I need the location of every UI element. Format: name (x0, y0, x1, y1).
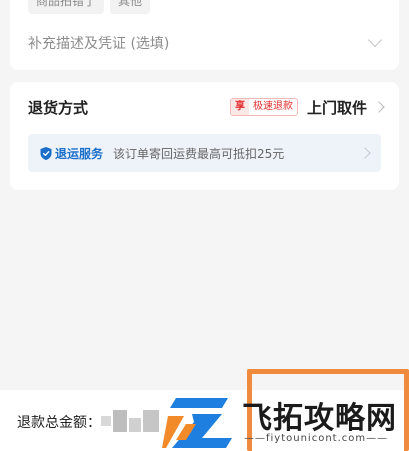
return-method-selector[interactable]: 享 极速退款 上门取件 (229, 97, 385, 118)
refund-page: 商品拍错了 其他 补充描述及凭证 (选填) 退货方式 享 极速退款 上门取件 退… (0, 0, 409, 451)
reason-chip[interactable]: 其他 (110, 0, 151, 14)
return-method-row[interactable]: 退货方式 享 极速退款 上门取件 (28, 96, 385, 118)
reason-chip-group: 商品拍错了 其他 (28, 0, 151, 14)
return-method-card: 退货方式 享 极速退款 上门取件 退运服务 该订单寄回运费最高可抵扣25元 (10, 82, 399, 190)
return-method-title: 退货方式 (28, 98, 89, 117)
chevron-right-icon[interactable] (373, 101, 385, 113)
reason-chip[interactable]: 商品拍错了 (28, 0, 105, 14)
return-shipping-service-bar[interactable]: 退运服务 该订单寄回运费最高可抵扣25元 (28, 134, 381, 172)
fast-refund-badge: 享 极速退款 (229, 98, 298, 116)
description-row[interactable]: 补充描述及凭证 (选填) (28, 32, 383, 54)
return-service-name: 退运服务 (55, 146, 104, 161)
watermark-brand: 飞拓攻略网 (242, 401, 397, 436)
chevron-down-icon[interactable] (367, 32, 383, 48)
refund-total-label: 退款总金额： (17, 415, 101, 431)
watermark-logo (162, 398, 232, 448)
return-service-description: 该订单寄回运费最高可抵扣25元 (113, 146, 285, 161)
return-method-value: 上门取件 (306, 98, 367, 117)
badge-enjoy-label: 享 (230, 99, 249, 115)
watermark-url: ——fiytounicont.com—— (244, 433, 389, 444)
refund-reason-card: 商品拍错了 其他 补充描述及凭证 (选填) (10, 0, 399, 70)
description-placeholder: 补充描述及凭证 (选填) (28, 36, 170, 52)
badge-fast-refund-label: 极速退款 (252, 101, 293, 112)
shield-icon (40, 146, 52, 160)
refund-amount-redacted (101, 410, 159, 432)
chevron-right-icon[interactable] (359, 147, 371, 159)
